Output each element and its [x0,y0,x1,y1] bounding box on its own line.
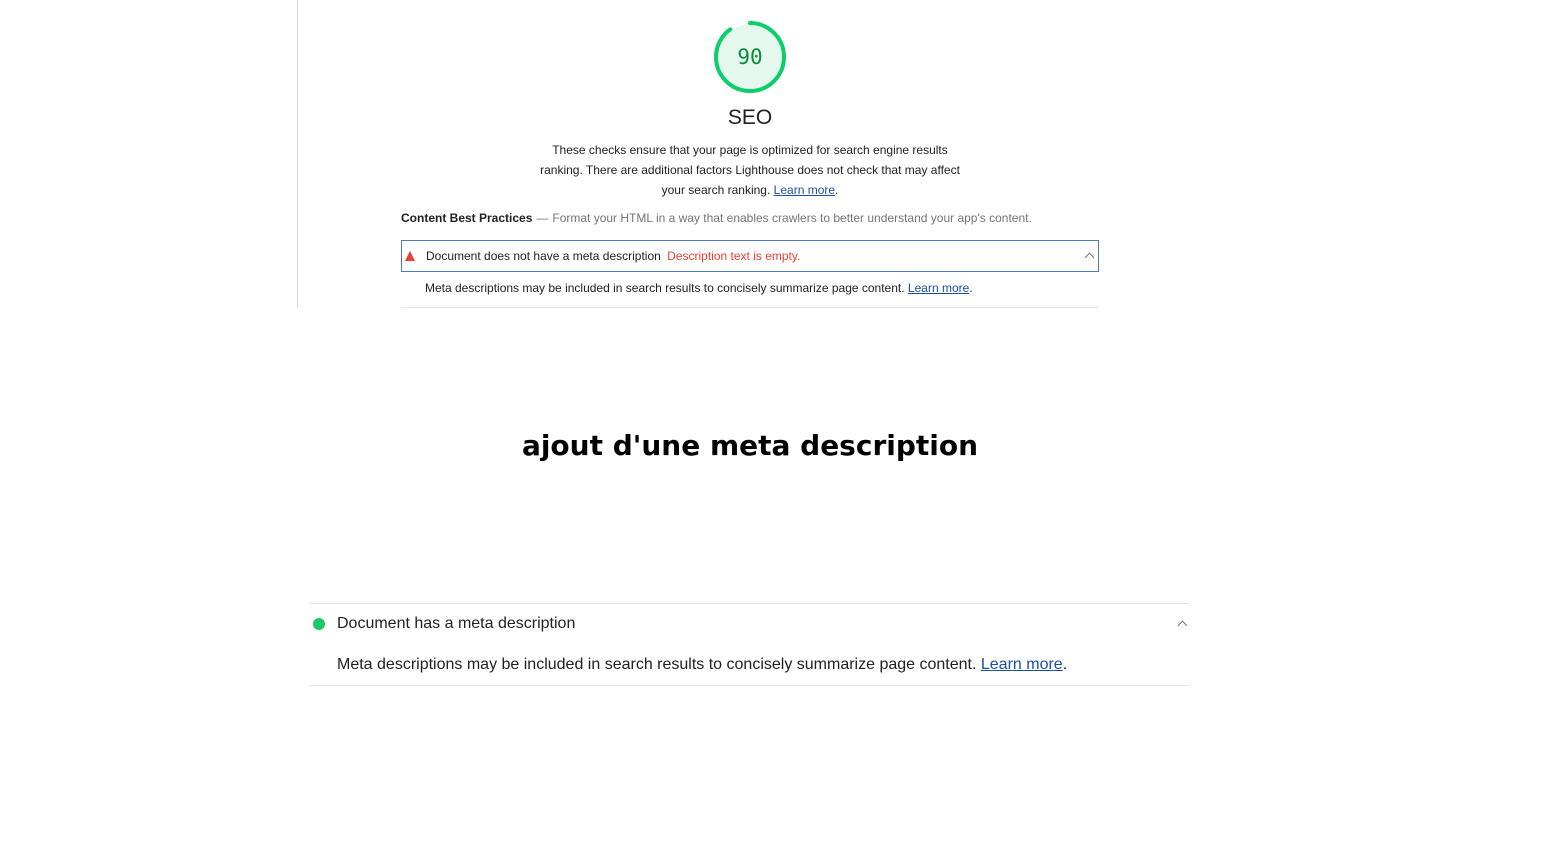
category-description-text: These checks ensure that your page is op… [540,143,960,197]
pass-circle-icon [313,618,325,630]
fail-triangle-icon [405,251,415,261]
audit-pass-learn-more-link[interactable]: Learn more [981,656,1063,673]
audit-learn-more-link[interactable]: Learn more [908,281,969,295]
audit-meta-description-fail[interactable]: Document does not have a meta descriptio… [401,240,1099,272]
category-description: These checks ensure that your page is op… [540,143,960,197]
group-title: Content Best Practices [401,211,533,225]
score-value: 90 [737,45,763,69]
audit-display-value: Description text is empty. [667,249,801,263]
category-learn-more-link[interactable]: Learn more [774,183,835,197]
audit-description-text: Meta descriptions may be included in sea… [425,281,905,295]
group-header: Content Best Practices — Format your HTML … [401,208,1101,228]
audit-divider [401,307,1099,308]
chevron-up-icon[interactable] [1084,252,1095,263]
audit-title-text: Document does not have a meta descriptio… [426,249,661,263]
audit-pass-description-text: Meta descriptions may be included in sea… [337,656,977,673]
caption-heading: ajout d'une meta description [521,429,979,462]
group-description: Format your HTML in a way that enables c… [552,211,1032,225]
chevron-up-icon[interactable] [1177,620,1188,631]
audit-title: Document does not have a meta descriptio… [426,249,800,264]
audit-pass-title[interactable]: Document has a meta description [337,613,575,634]
category-title: SEO [727,106,773,129]
group-separator: — [536,211,549,225]
left-divider [297,0,298,308]
audit-pass-top-divider [309,603,1189,604]
audit-description: Meta descriptions may be included in sea… [425,281,973,295]
audit-pass-bottom-divider [309,685,1189,686]
seo-score-gauge[interactable]: 90 [712,19,788,95]
audit-pass-description: Meta descriptions may be included in sea… [337,656,1068,673]
